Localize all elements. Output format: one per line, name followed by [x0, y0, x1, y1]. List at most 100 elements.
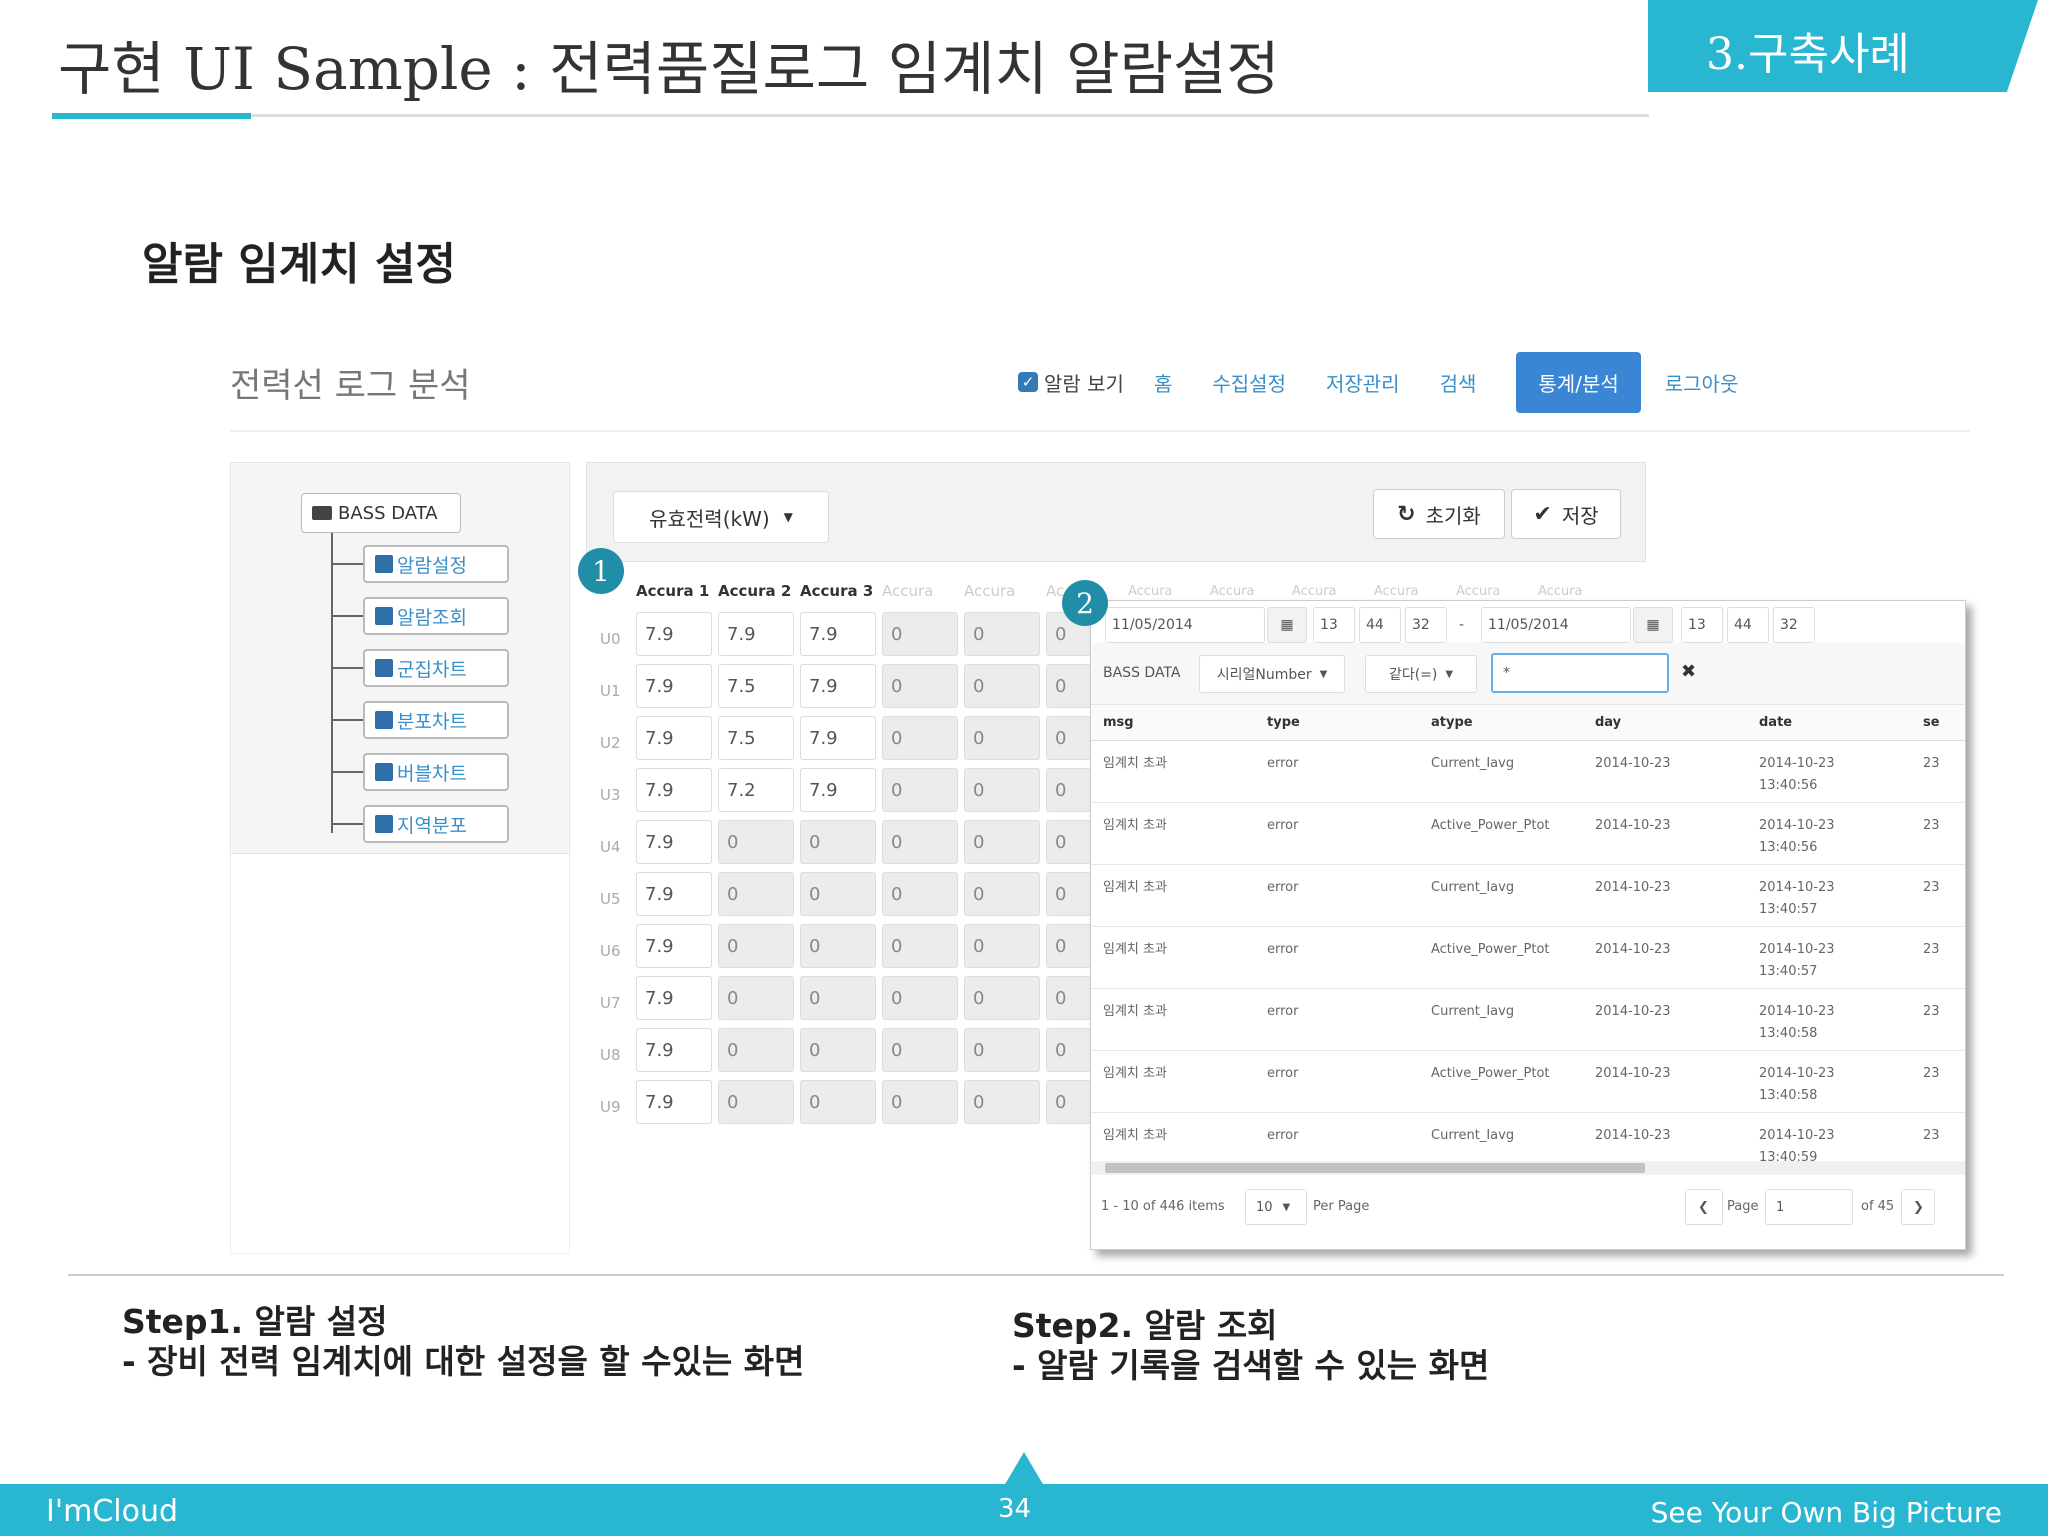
horizontal-scrollbar[interactable] — [1091, 1161, 1965, 1175]
threshold-cell-input[interactable]: 0 — [718, 976, 794, 1020]
checkbox-checked-icon[interactable]: ✓ — [1018, 372, 1038, 392]
nav-search[interactable]: 검색 — [1440, 368, 1477, 397]
threshold-cell-input[interactable]: 0 — [964, 924, 1040, 968]
col-day[interactable]: day — [1595, 715, 1621, 730]
threshold-cell-input[interactable]: 0 — [718, 872, 794, 916]
threshold-cell-input[interactable]: 7.9 — [800, 768, 876, 812]
threshold-cell-input[interactable]: 7.9 — [800, 612, 876, 656]
threshold-cell-input[interactable]: 0 — [882, 612, 958, 656]
threshold-cell-input[interactable]: 0 — [718, 820, 794, 864]
threshold-cell-input[interactable]: 7.9 — [636, 1028, 712, 1072]
threshold-cell-input[interactable]: 7.9 — [636, 768, 712, 812]
threshold-cell-input[interactable]: 0 — [718, 924, 794, 968]
table-row[interactable]: 임계치 초과 error Active_Power_Ptot 2014-10-23 20… — [1091, 1051, 1965, 1113]
field-select[interactable]: 시리얼Number ▼ — [1199, 655, 1345, 693]
col-msg[interactable]: msg — [1103, 715, 1134, 730]
from-hour-input[interactable]: 13 — [1313, 607, 1355, 643]
threshold-cell-input[interactable]: 0 — [718, 1080, 794, 1124]
threshold-cell-input[interactable]: 0 — [964, 1080, 1040, 1124]
col-type[interactable]: type — [1267, 715, 1300, 730]
threshold-cell-input[interactable]: 0 — [882, 768, 958, 812]
table-row[interactable]: 임계치 초과 error Current_Iavg 2014-10-23 2014-10… — [1091, 989, 1965, 1051]
threshold-cell-input[interactable]: 0 — [718, 1028, 794, 1072]
col-date[interactable]: date — [1759, 715, 1792, 730]
nav-storage[interactable]: 저장관리 — [1326, 368, 1400, 397]
threshold-cell-input[interactable]: 7.9 — [800, 716, 876, 760]
threshold-cell-input[interactable]: 0 — [882, 820, 958, 864]
threshold-cell-input[interactable]: 7.9 — [636, 872, 712, 916]
threshold-cell-input[interactable]: 7.9 — [636, 820, 712, 864]
nav-statistics[interactable]: 통계/분석 — [1516, 351, 1641, 413]
tree-item-alarm-settings[interactable]: 알람설정 — [363, 545, 509, 583]
threshold-cell-input[interactable]: 0 — [964, 820, 1040, 864]
tree-item-bubble-chart[interactable]: 버블차트 — [363, 753, 509, 791]
from-date-input[interactable]: 11/05/2014 — [1105, 607, 1265, 643]
threshold-cell-input[interactable]: 7.9 — [636, 976, 712, 1020]
from-minute-input[interactable]: 44 — [1359, 607, 1401, 643]
threshold-cell-input[interactable]: 0 — [882, 924, 958, 968]
calendar-icon[interactable]: ▦ — [1267, 607, 1307, 643]
threshold-cell-input[interactable]: 0 — [800, 976, 876, 1020]
threshold-cell-input[interactable]: 0 — [800, 1028, 876, 1072]
table-row[interactable]: 임계치 초과 error Current_Iavg 2014-10-23 2014-10… — [1091, 865, 1965, 927]
table-row[interactable]: 임계치 초과 error Active_Power_Ptot 2014-10-23 20… — [1091, 803, 1965, 865]
threshold-cell-input[interactable]: 0 — [964, 612, 1040, 656]
scrollbar-thumb[interactable] — [1105, 1163, 1645, 1173]
close-icon[interactable]: ✖ — [1681, 661, 1696, 682]
threshold-cell-input[interactable]: 7.9 — [636, 1080, 712, 1124]
nav-collect-settings[interactable]: 수집설정 — [1212, 368, 1286, 397]
search-input[interactable]: * — [1491, 653, 1669, 693]
threshold-cell-input[interactable]: 0 — [800, 1080, 876, 1124]
tree-root[interactable]: BASS DATA — [301, 493, 461, 533]
threshold-cell-input[interactable]: 0 — [882, 872, 958, 916]
threshold-cell-input[interactable]: 7.9 — [636, 924, 712, 968]
table-row[interactable]: 임계치 초과 error Active_Power_Ptot 2014-10-23 20… — [1091, 927, 1965, 989]
next-page-icon[interactable]: ❯ — [1901, 1189, 1935, 1225]
to-date-input[interactable]: 11/05/2014 — [1481, 607, 1631, 643]
tree-item-cluster-chart[interactable]: 군집차트 — [363, 649, 509, 687]
page-input[interactable]: 1 — [1765, 1189, 1853, 1225]
metric-select[interactable]: 유효전력(kW) ▼ — [613, 491, 829, 543]
threshold-cell-input[interactable]: 0 — [882, 976, 958, 1020]
threshold-cell-input[interactable]: 0 — [964, 976, 1040, 1020]
nav-home[interactable]: 홈 — [1154, 368, 1172, 397]
threshold-cell-input[interactable]: 0 — [800, 872, 876, 916]
from-second-input[interactable]: 32 — [1405, 607, 1447, 643]
threshold-cell-input[interactable]: 7.9 — [718, 612, 794, 656]
threshold-cell-input[interactable]: 7.5 — [718, 664, 794, 708]
threshold-cell-input[interactable]: 7.9 — [800, 664, 876, 708]
save-button[interactable]: ✔ 저장 — [1511, 489, 1621, 539]
nav-logout[interactable]: 로그아웃 — [1665, 368, 1739, 397]
threshold-cell-input[interactable]: 7.9 — [636, 716, 712, 760]
threshold-cell-input[interactable]: 0 — [964, 872, 1040, 916]
threshold-cell-input[interactable]: 0 — [964, 1028, 1040, 1072]
threshold-cell-input[interactable]: 0 — [800, 820, 876, 864]
per-page-select[interactable]: 10 ▼ — [1245, 1189, 1307, 1225]
tree-item-distribution-chart[interactable]: 분포차트 — [363, 701, 509, 739]
threshold-cell-input[interactable]: 7.5 — [718, 716, 794, 760]
prev-page-icon[interactable]: ❮ — [1685, 1189, 1723, 1225]
threshold-cell-input[interactable]: 0 — [964, 716, 1040, 760]
operator-select[interactable]: 같다(=) ▼ — [1365, 655, 1477, 693]
tree-item-region-distribution[interactable]: 지역분포 — [363, 805, 509, 843]
reset-button[interactable]: ↻ 초기화 — [1373, 489, 1505, 539]
threshold-cell-input[interactable]: 7.9 — [636, 664, 712, 708]
threshold-cell-input[interactable]: 0 — [964, 664, 1040, 708]
threshold-cell-input[interactable]: 0 — [964, 768, 1040, 812]
threshold-cell-input[interactable]: 0 — [882, 1028, 958, 1072]
col-atype[interactable]: atype — [1431, 715, 1473, 730]
table-row[interactable]: 임계치 초과 error Current_Iavg 2014-10-23 2014-10… — [1091, 741, 1965, 803]
threshold-cell-input[interactable]: 7.9 — [636, 612, 712, 656]
threshold-cell-input[interactable]: 0 — [800, 924, 876, 968]
threshold-cell-input[interactable]: 0 — [882, 664, 958, 708]
to-minute-input[interactable]: 44 — [1727, 607, 1769, 643]
threshold-cell-input[interactable]: 7.2 — [718, 768, 794, 812]
to-second-input[interactable]: 32 — [1773, 607, 1815, 643]
col-se[interactable]: se — [1923, 715, 1940, 730]
threshold-cell-input[interactable]: 0 — [882, 1080, 958, 1124]
threshold-cell-input[interactable]: 0 — [882, 716, 958, 760]
calendar-icon[interactable]: ▦ — [1633, 607, 1673, 643]
to-hour-input[interactable]: 13 — [1681, 607, 1723, 643]
alarm-view-toggle[interactable]: ✓ 알람 보기 — [1018, 368, 1124, 397]
tree-item-alarm-query[interactable]: 알람조회 — [363, 597, 509, 635]
